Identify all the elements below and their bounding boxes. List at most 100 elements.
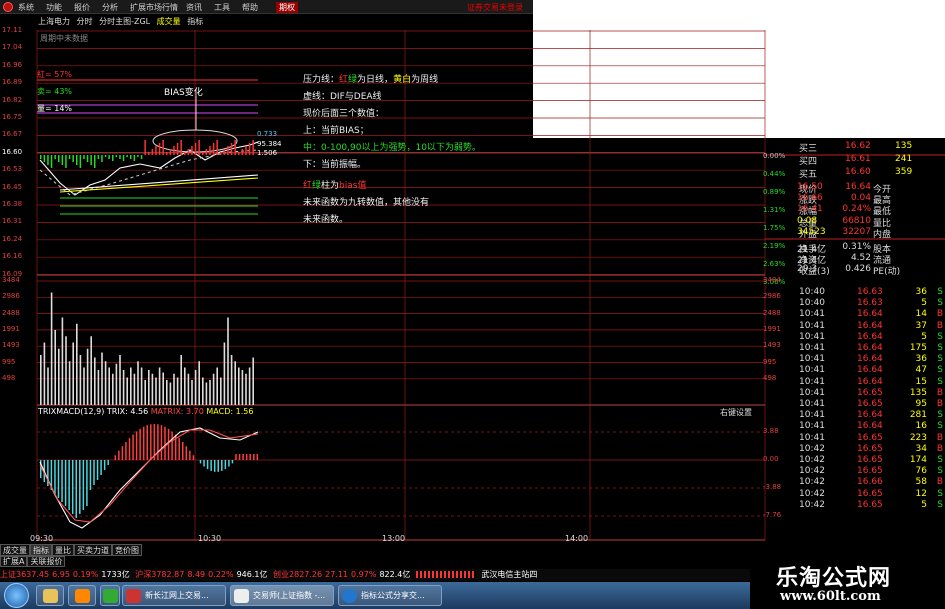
bias-bar xyxy=(162,140,164,155)
trade-app-icon xyxy=(126,589,141,603)
volume-bar xyxy=(158,367,161,405)
bias-bar xyxy=(223,149,226,155)
trade-row: 10:42 16.65 174 S xyxy=(799,455,943,465)
macd-bar xyxy=(217,460,219,472)
windows-taskbar: 新长江网上交易... 交易师(上证指数 -... 指标公式分享交... xyxy=(0,582,750,609)
macd-bar xyxy=(221,460,223,471)
task-trading-master[interactable]: 交易师(上证指数 -... xyxy=(230,585,334,606)
start-button[interactable] xyxy=(4,583,29,608)
volume-bar xyxy=(54,330,56,405)
bias-bar xyxy=(122,155,125,161)
volume-bar xyxy=(209,380,211,405)
macd-bar xyxy=(114,455,117,460)
bias-bar xyxy=(94,155,96,168)
right-click-settings[interactable]: 右键设置 xyxy=(720,407,752,418)
price-tick: 16.89 xyxy=(2,78,23,87)
volume-bar xyxy=(130,367,132,405)
tag-value-1: 0.733 xyxy=(257,130,278,138)
volume-bar xyxy=(187,373,190,405)
volume-bar xyxy=(173,373,175,405)
macd-bar xyxy=(89,460,92,490)
tab-buy-sell-power[interactable]: 买卖力道 xyxy=(74,544,112,556)
bias-bar xyxy=(76,155,78,165)
volume-bar xyxy=(137,361,139,405)
bias-bar xyxy=(245,146,247,155)
quote-row: 总量 66810 量比 0.08 xyxy=(797,215,892,229)
macd-bar xyxy=(103,460,106,470)
macd-title: TRIXMACD(12,9) TRIX: 4.56 MATRIX: 3.70 M… xyxy=(38,407,254,416)
bias-bar xyxy=(230,143,233,155)
volume-bar xyxy=(191,380,193,405)
bias-bar xyxy=(144,140,146,155)
bias-bar xyxy=(205,149,208,155)
macd-bar xyxy=(146,425,148,460)
explorer-icon[interactable] xyxy=(36,585,64,606)
bias-bar xyxy=(151,149,154,155)
volume-bar xyxy=(119,355,121,405)
macd-bar xyxy=(231,460,234,464)
macd-tick: -3.88 xyxy=(763,483,782,491)
tab-volume[interactable]: 成交量 xyxy=(0,544,30,556)
macd-bar xyxy=(192,455,195,460)
bias-bar xyxy=(65,155,67,168)
macd-bar xyxy=(121,446,124,460)
volume-bar xyxy=(216,367,218,405)
time-label: 13:00 xyxy=(382,534,406,543)
trade-row: 10:42 16.65 34 B xyxy=(799,443,943,454)
macd-bar xyxy=(128,438,131,460)
sz-index: 沪深3782.87 xyxy=(135,570,185,579)
bias-bar xyxy=(238,152,240,155)
bias-bar xyxy=(50,155,53,168)
trade-row: 10:41 16.64 36 S xyxy=(799,354,943,365)
pct-tick: 0.00% xyxy=(763,152,786,160)
bias-bar xyxy=(119,155,121,159)
volume-bar xyxy=(220,377,222,405)
volume-bar xyxy=(58,348,60,405)
tab-extend-a[interactable]: 扩展A xyxy=(0,556,28,567)
volume-tick: 995 xyxy=(2,357,16,366)
bias-bar xyxy=(202,152,204,155)
volume-bar xyxy=(43,342,46,405)
volume-bar xyxy=(47,367,49,405)
volume-tick: 2488 xyxy=(2,308,20,317)
volume-bars xyxy=(40,292,254,405)
bias-change-label: BIAS变化 xyxy=(164,88,203,98)
ask-row: 买三 16.62 135 xyxy=(799,141,913,154)
price-tick: 16.53 xyxy=(2,165,23,174)
macd-bar xyxy=(199,460,202,464)
bias-bar xyxy=(209,146,211,155)
bias-red-pct: 紅= 57% xyxy=(37,70,73,79)
macd-bar xyxy=(228,460,230,467)
volume-bar xyxy=(151,373,154,405)
bias-bar xyxy=(130,155,132,159)
macd-bar xyxy=(213,460,216,472)
app-icon[interactable] xyxy=(100,585,120,606)
volume-bar xyxy=(40,355,42,405)
macd-bar xyxy=(107,460,109,465)
ask-row: 买四 16.61 241 xyxy=(799,154,913,167)
task-trading-client[interactable]: 新长江网上交易... xyxy=(122,585,226,606)
bias-bar xyxy=(187,149,190,155)
macd-bar xyxy=(68,460,70,510)
task-browser[interactable]: 指标公式分享交... xyxy=(338,585,442,606)
bias-bar xyxy=(148,152,150,155)
tab-auction[interactable]: 竞价图 xyxy=(112,544,142,556)
bias-bar xyxy=(126,155,128,157)
macd-bar xyxy=(210,460,212,471)
volume-bar xyxy=(205,382,208,405)
macd-bar xyxy=(135,431,138,460)
tab-indicator[interactable]: 指标 xyxy=(30,544,52,556)
tab-volume-ratio[interactable]: 量比 xyxy=(52,544,74,556)
ask-row: 买五 16.60 359 xyxy=(799,167,913,180)
media-icon[interactable] xyxy=(68,585,96,606)
macd-bar xyxy=(253,454,255,460)
kt-app-icon xyxy=(234,589,249,603)
bias-bar xyxy=(43,155,46,162)
bias-bar xyxy=(241,149,244,155)
volume-bar xyxy=(104,361,107,405)
tab-related-quote[interactable]: 关联报价 xyxy=(27,556,66,567)
macd-bar xyxy=(61,460,63,502)
quote-row: 收益(3) 0.426 PE(动) 29.3 xyxy=(797,264,901,278)
macd-bar xyxy=(79,460,81,514)
volume-tick: 1493 xyxy=(763,341,781,350)
